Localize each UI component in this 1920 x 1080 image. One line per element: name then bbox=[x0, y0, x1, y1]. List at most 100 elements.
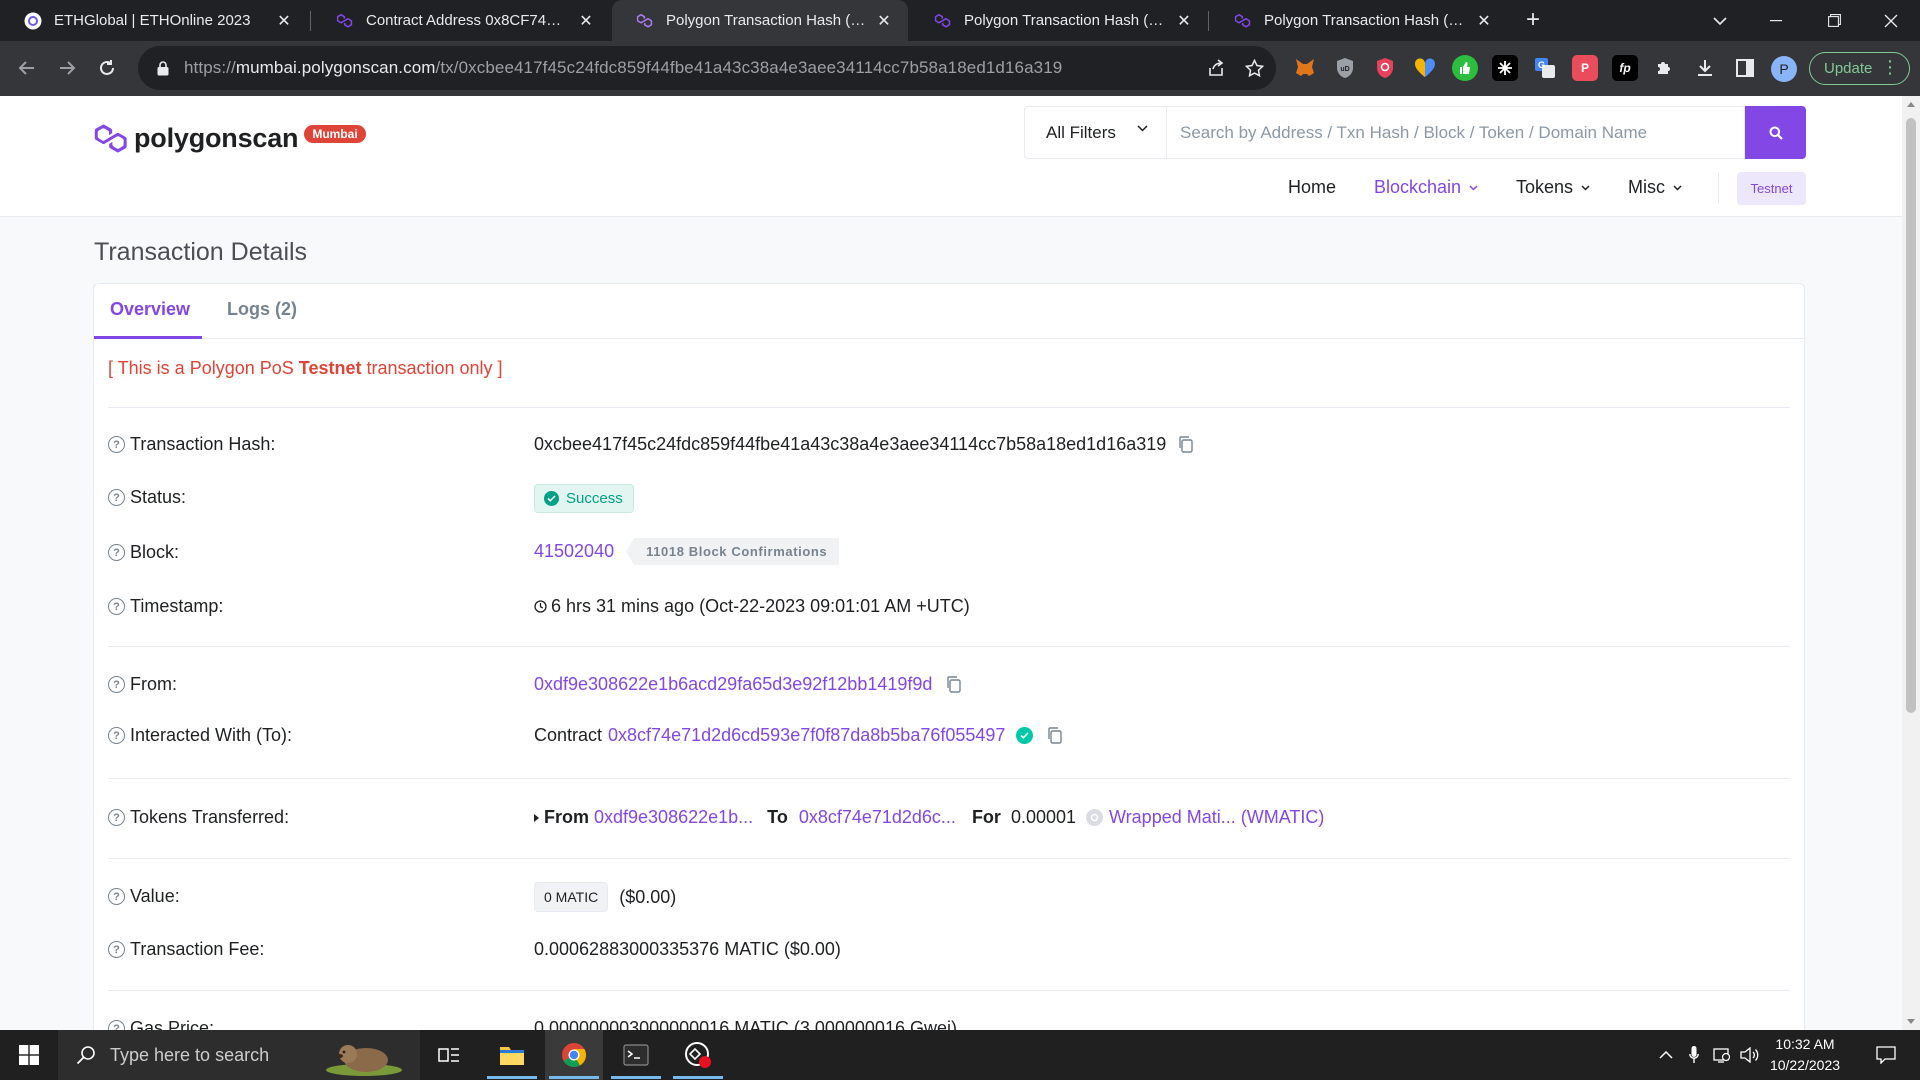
tab-search-chevron-icon[interactable] bbox=[1691, 0, 1749, 41]
contract-address-link[interactable]: 0x8cf74e71d2d6cd593e7f0f87da8b5ba76f0554… bbox=[608, 725, 1005, 746]
search-highlight-wombat-icon bbox=[326, 1045, 402, 1076]
side-panel-icon[interactable] bbox=[1732, 55, 1758, 81]
check-circle-icon bbox=[544, 491, 559, 506]
question-icon[interactable]: ? bbox=[108, 676, 125, 693]
forward-button[interactable] bbox=[50, 51, 84, 85]
translate-extension-icon[interactable]: G bbox=[1532, 55, 1558, 81]
chevron-down-icon bbox=[1581, 184, 1590, 191]
close-icon[interactable]: ✕ bbox=[874, 11, 894, 31]
search-filter-select[interactable]: All Filters bbox=[1024, 106, 1166, 159]
question-icon[interactable]: ? bbox=[108, 436, 125, 453]
tab-overview[interactable]: Overview bbox=[110, 299, 190, 320]
profile-avatar[interactable]: P bbox=[1771, 56, 1797, 82]
clock-date: 10/22/2023 bbox=[1769, 1057, 1841, 1073]
restore-button[interactable] bbox=[1805, 0, 1863, 41]
browser-tab-4[interactable]: Polygon Transaction Hash (Txhash) Detail… bbox=[910, 0, 1208, 41]
transaction-hash: 0xcbee417f45c24fdc859f44fbe41a43c38a4e3a… bbox=[534, 434, 1167, 454]
update-button[interactable]: Update ⋮ bbox=[1809, 52, 1910, 85]
volume-icon[interactable] bbox=[1738, 1030, 1762, 1080]
close-icon[interactable]: ✕ bbox=[1174, 11, 1194, 31]
browser-tab-2[interactable]: Contract Address 0x8CF74E71D2D6CD593E7F0… bbox=[312, 0, 610, 41]
question-icon[interactable]: ? bbox=[108, 809, 125, 826]
puzzle-extensions-icon[interactable] bbox=[1652, 55, 1678, 81]
shield-extension-icon[interactable] bbox=[1372, 55, 1398, 81]
close-icon[interactable]: ✕ bbox=[576, 11, 596, 31]
copy-icon[interactable] bbox=[1178, 436, 1193, 453]
question-icon[interactable]: ? bbox=[108, 727, 125, 744]
question-icon[interactable]: ? bbox=[108, 489, 125, 506]
nav-misc[interactable]: Misc bbox=[1628, 177, 1682, 198]
thumbs-up-extension-icon[interactable] bbox=[1452, 55, 1478, 81]
polygon-icon bbox=[636, 12, 654, 30]
notice-text: transaction only ] bbox=[361, 358, 503, 378]
browser-tab-1[interactable]: ETHGlobal | ETHOnline 2023 ✕ bbox=[0, 0, 308, 41]
label-text: Value: bbox=[130, 886, 180, 906]
question-icon[interactable]: ? bbox=[108, 888, 125, 905]
testnet-button[interactable]: Testnet bbox=[1737, 172, 1806, 205]
value-value: 0 MATIC ($0.00) bbox=[534, 882, 676, 912]
new-tab-button[interactable]: + bbox=[1519, 6, 1547, 34]
nav-tokens[interactable]: Tokens bbox=[1516, 177, 1590, 198]
scrollbar-thumb[interactable] bbox=[1906, 118, 1916, 713]
close-icon[interactable]: ✕ bbox=[274, 11, 294, 31]
token-name-link[interactable]: Wrapped Mati... (WMATIC) bbox=[1109, 807, 1324, 828]
scroll-up-arrow[interactable] bbox=[1907, 102, 1915, 107]
taskbar-app-5[interactable] bbox=[669, 1030, 727, 1080]
more-vert-icon[interactable]: ⋮ bbox=[1881, 57, 1899, 78]
svg-text:uD: uD bbox=[1340, 66, 1349, 73]
taskbar-clock[interactable]: 10:32 AM 10/22/2023 bbox=[1760, 1034, 1850, 1076]
taskbar-terminal[interactable] bbox=[607, 1030, 665, 1080]
microphone-icon[interactable] bbox=[1682, 1030, 1706, 1080]
running-indicator bbox=[611, 1076, 661, 1079]
pocket-extension-icon[interactable]: P bbox=[1572, 55, 1598, 81]
nav-home[interactable]: Home bbox=[1288, 177, 1336, 198]
reload-button[interactable] bbox=[90, 51, 124, 85]
scroll-down-arrow[interactable] bbox=[1907, 1019, 1915, 1024]
metamask-extension-icon[interactable] bbox=[1292, 55, 1318, 81]
asterisk-extension-icon[interactable] bbox=[1492, 55, 1518, 81]
label-transaction-hash: ? Transaction Hash: bbox=[108, 434, 275, 455]
taskbar-chrome[interactable] bbox=[545, 1030, 603, 1080]
download-icon[interactable] bbox=[1692, 55, 1718, 81]
question-icon[interactable]: ? bbox=[108, 598, 125, 615]
copy-icon[interactable] bbox=[1047, 727, 1063, 744]
network-icon[interactable] bbox=[1710, 1030, 1734, 1080]
label-text: Transaction Fee: bbox=[130, 939, 265, 959]
token-from-address-link[interactable]: 0xdf9e308622e1b... bbox=[594, 807, 753, 828]
fp-extension-icon[interactable]: fp bbox=[1612, 55, 1638, 81]
tray-overflow-chevron-icon[interactable] bbox=[1654, 1030, 1678, 1080]
url-path: /tx/0xcbee417f45c24fdc859f44fbe41a43c38a… bbox=[435, 58, 1063, 77]
lock-icon[interactable] bbox=[150, 55, 176, 81]
search-button[interactable] bbox=[1745, 106, 1806, 159]
browser-tab-5[interactable]: Polygon Transaction Hash (Txhash) Detail… bbox=[1210, 0, 1508, 41]
token-to-address-link[interactable]: 0x8cf74e71d2d6c... bbox=[799, 807, 956, 828]
task-view-button[interactable] bbox=[420, 1030, 478, 1080]
bookmark-star-icon[interactable] bbox=[1236, 46, 1272, 90]
browser-tab-3-active[interactable]: Polygon Transaction Hash (Txhash) Detail… bbox=[612, 0, 908, 41]
back-button[interactable] bbox=[10, 51, 44, 85]
site-logo[interactable]: polygonscan Mumbai bbox=[92, 123, 366, 154]
minimize-button[interactable] bbox=[1747, 0, 1805, 41]
question-icon[interactable]: ? bbox=[108, 1020, 125, 1030]
copy-icon[interactable] bbox=[946, 676, 962, 693]
close-window-button[interactable] bbox=[1862, 0, 1920, 41]
question-icon[interactable]: ? bbox=[108, 544, 125, 561]
taskbar-search-box[interactable]: Type here to search bbox=[58, 1030, 420, 1080]
close-icon[interactable]: ✕ bbox=[1474, 11, 1494, 31]
value-transaction-fee: 0.00062883000335376 MATIC ($0.00) bbox=[534, 939, 841, 959]
ublock-extension-icon[interactable]: uD bbox=[1332, 55, 1358, 81]
nav-blockchain[interactable]: Blockchain bbox=[1374, 177, 1478, 198]
address-bar[interactable]: https://mumbai.polygonscan.com/tx/0xcbee… bbox=[138, 46, 1276, 90]
taskbar-file-explorer[interactable] bbox=[483, 1030, 541, 1080]
label-text: From: bbox=[130, 674, 177, 694]
start-button[interactable] bbox=[0, 1030, 58, 1080]
tab-logs[interactable]: Logs (2) bbox=[227, 299, 297, 320]
block-number-link[interactable]: 41502040 bbox=[534, 541, 614, 562]
notification-icon[interactable] bbox=[1866, 1030, 1906, 1080]
share-icon[interactable] bbox=[1198, 46, 1234, 90]
question-icon[interactable]: ? bbox=[108, 941, 125, 958]
heart-extension-icon[interactable] bbox=[1412, 55, 1438, 81]
page-scrollbar[interactable] bbox=[1902, 96, 1920, 1030]
search-input[interactable]: Search by Address / Txn Hash / Block / T… bbox=[1166, 106, 1745, 159]
from-address-link[interactable]: 0xdf9e308622e1b6acd29fa65d3e92f12bb1419f… bbox=[534, 674, 932, 695]
